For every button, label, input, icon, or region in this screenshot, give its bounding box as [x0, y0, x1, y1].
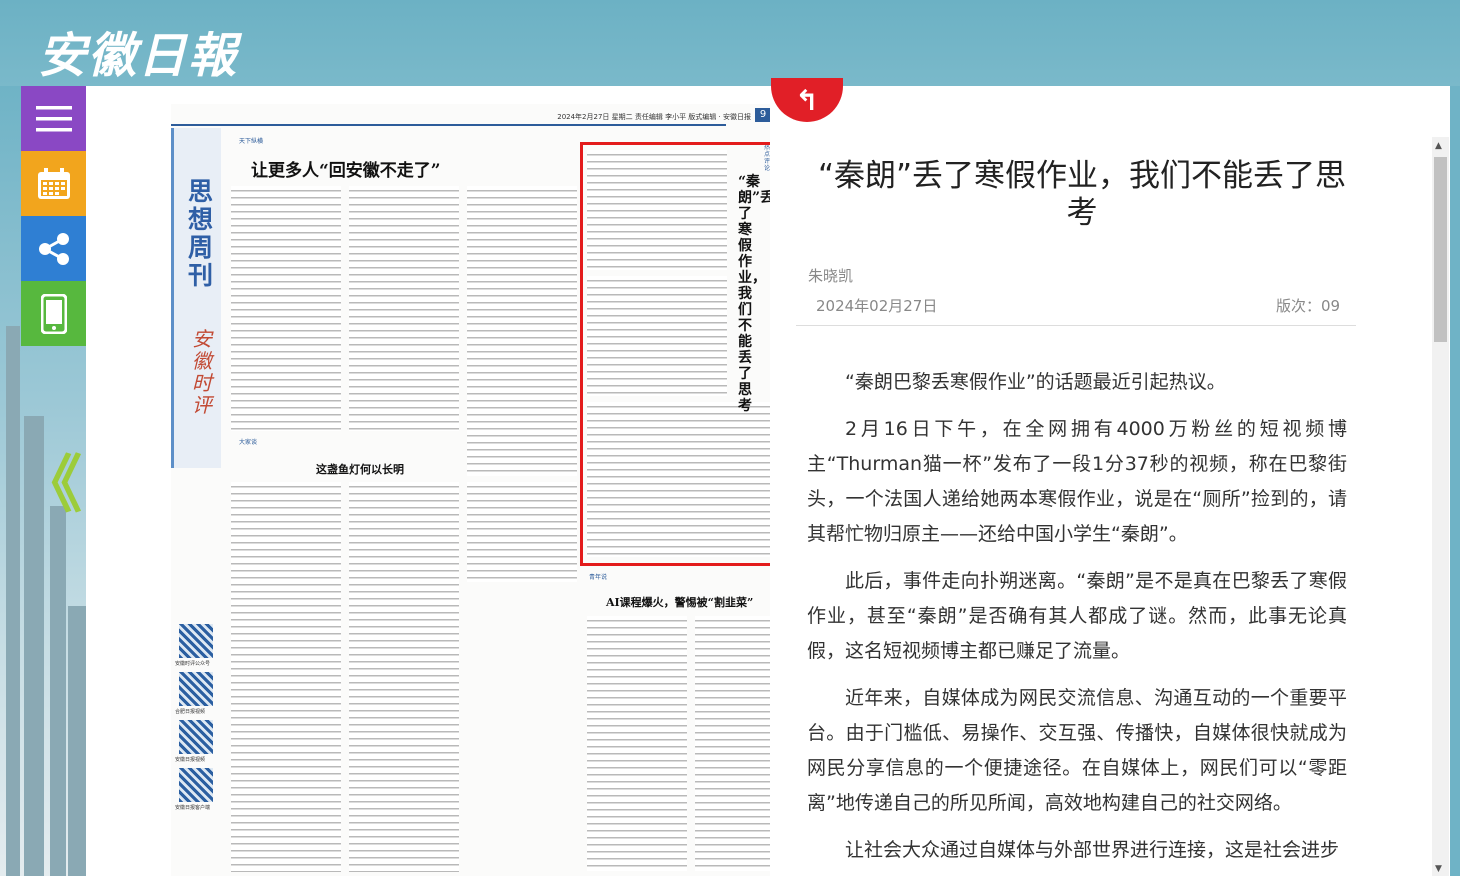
band-title: 思想周刊	[188, 177, 214, 290]
article-scrollbar[interactable]: ▲ ▼	[1432, 137, 1449, 876]
article-author: 朱晓凯	[808, 267, 854, 285]
menu-button[interactable]	[21, 86, 86, 151]
calendar-button[interactable]	[21, 151, 86, 216]
side-nav	[21, 86, 86, 346]
headline-ai-course[interactable]: AI课程爆火，警惕被“割韭菜”	[606, 594, 753, 610]
page-header-text: 2024年2月27日 星期二 责任编辑 李小平 版式编辑 · 安徽日报	[557, 113, 751, 121]
qr-code	[179, 624, 213, 658]
qr-code	[179, 672, 213, 706]
article-paragraph: 让社会大众通过自媒体与外部世界进行连接，这是社会进步	[845, 839, 1340, 861]
headline-fish-lantern[interactable]: 这盏鱼灯何以长明	[316, 461, 404, 477]
site-logo[interactable]: 安徽日報	[38, 16, 238, 86]
article-edition: 版次：09	[1276, 297, 1341, 315]
article-paragraph: 此后，事件走向扑朔迷离。“秦朗”是不是真在巴黎丢了寒假作业，甚至“秦朗”是否确有…	[807, 570, 1347, 662]
prev-page-arrow[interactable]: 《	[20, 454, 82, 516]
mobile-icon	[40, 293, 67, 334]
main-headline[interactable]: 让更多人“回安徽不走了”	[251, 156, 441, 181]
newspaper-layout: 9 2024年2月27日 星期二 责任编辑 李小平 版式编辑 · 安徽日报 思想…	[171, 104, 813, 876]
article-title: “秦朗”丢了寒假作业，我们不能丢了思考	[817, 158, 1347, 231]
scroll-thumb[interactable]	[1434, 157, 1447, 342]
article-paragraph: 近年来，自媒体成为网民交流信息、沟通互动的一个重要平台。由于门槛低、易操作、交互…	[807, 687, 1347, 814]
share-icon	[38, 232, 69, 265]
site-header: 安徽日報	[0, 0, 1460, 86]
return-arrow-icon: ↰	[795, 83, 819, 117]
column-band: 思想周刊 安徽时评	[171, 128, 221, 468]
article-body: “秦朗巴黎丢寒假作业”的话题最近引起热议。 2月16日下午，在全网拥有4000万…	[807, 365, 1347, 876]
band-logo: 安徽时评	[192, 327, 212, 417]
scroll-down-icon[interactable]: ▼	[1435, 864, 1442, 874]
page-number: 9	[755, 108, 771, 122]
calendar-icon	[37, 167, 70, 199]
article-paragraph: 2月16日下午，在全网拥有4000万粉丝的短视频博主“Thurman猫一杯”发布…	[807, 418, 1347, 545]
article-date: 2024年02月27日	[816, 297, 938, 315]
share-button[interactable]	[21, 216, 86, 281]
qr-code	[179, 768, 213, 802]
qr-code	[179, 720, 213, 754]
hamburger-icon	[35, 105, 72, 131]
article-paragraph: “秦朗巴黎丢寒假作业”的话题最近引起热议。	[845, 371, 1226, 393]
mobile-button[interactable]	[21, 281, 86, 346]
section-tag: 大家谈	[239, 439, 258, 446]
scroll-up-icon[interactable]: ▲	[1435, 141, 1442, 151]
section-tag: 青年说	[589, 574, 608, 581]
newspaper-page[interactable]: 9 2024年2月27日 星期二 责任编辑 李小平 版式编辑 · 安徽日报 思想…	[86, 86, 813, 876]
section-tag: 天下纵横	[239, 138, 264, 145]
